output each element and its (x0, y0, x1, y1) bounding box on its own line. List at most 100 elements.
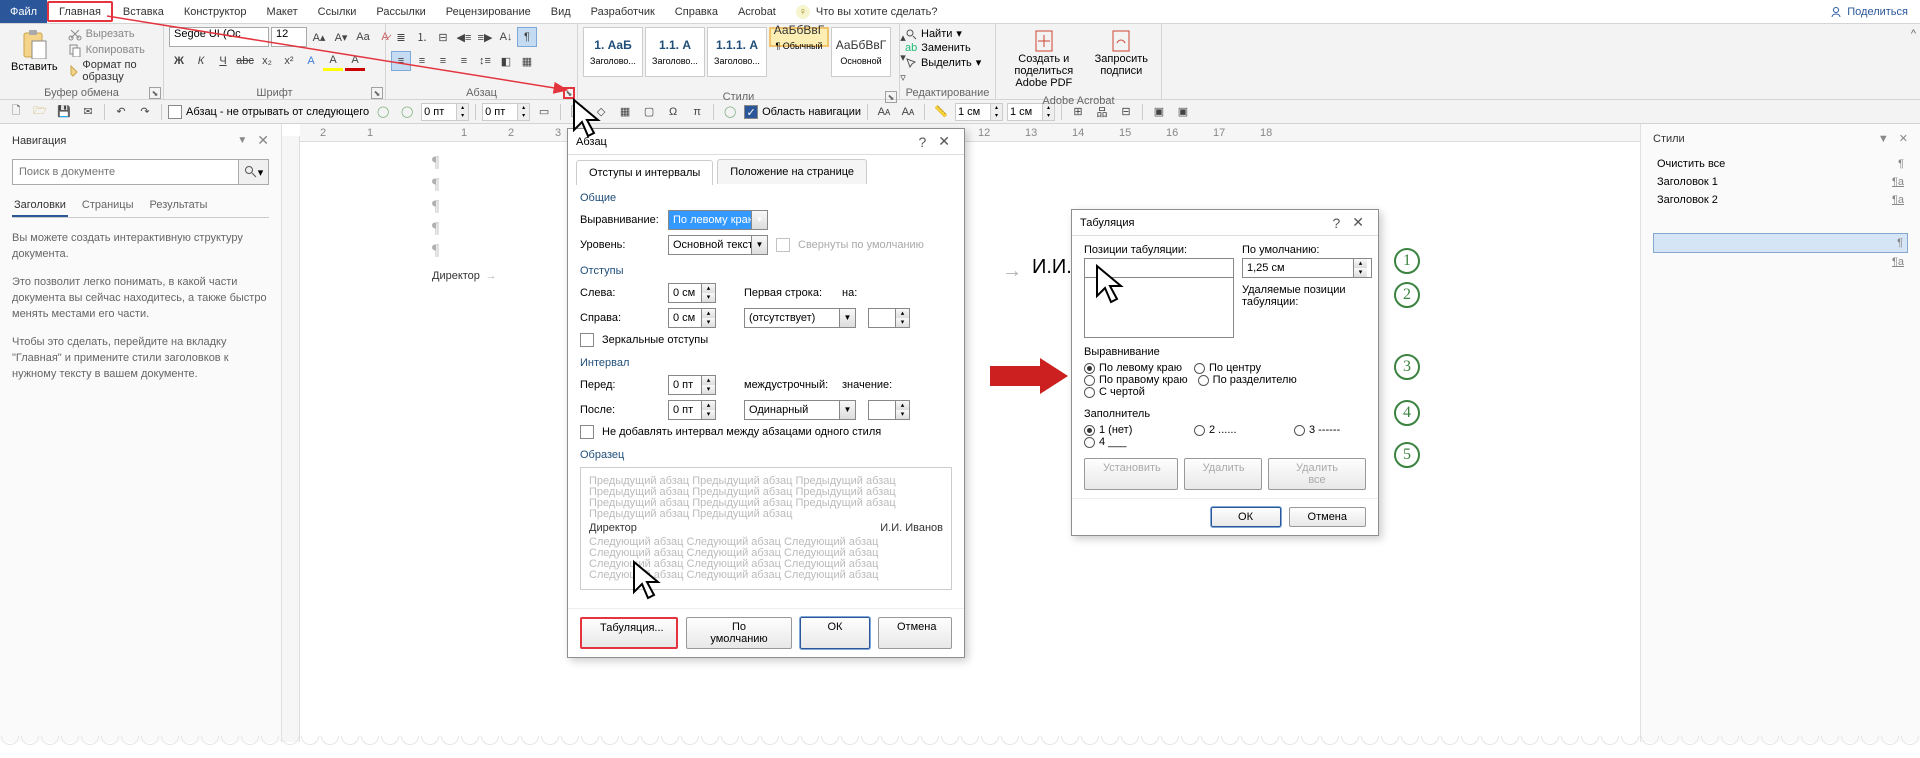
tab-cancel-button[interactable]: Отмена (1289, 507, 1366, 527)
qat-circle2-icon[interactable]: ◯ (397, 102, 417, 122)
adobe-sign-button[interactable]: Запроситьподписи (1087, 27, 1156, 79)
para-ok-button[interactable]: ОК (800, 617, 870, 649)
styles-launcher[interactable]: ⬊ (885, 91, 897, 103)
style-item[interactable]: 1.1. АЗаголово... (645, 27, 705, 77)
nav-tab-headings[interactable]: Заголовки (12, 195, 68, 217)
qat-open-icon[interactable]: 🗁 (30, 102, 50, 122)
tab-default-spin[interactable]: ▴▾ (1242, 258, 1372, 278)
style-row[interactable]: Очистить все¶ (1653, 155, 1908, 173)
horizontal-ruler[interactable]: 21123456789101112131415161718 (300, 124, 1640, 142)
style-row-extra[interactable]: ¶a (1653, 253, 1908, 271)
tabs-button[interactable]: Табуляция... (580, 617, 678, 649)
tab-set-button[interactable]: Установить (1084, 458, 1178, 490)
search-button[interactable]: ▾ (238, 160, 268, 184)
find-button[interactable]: Найти ▾ (905, 27, 981, 40)
qat-styles2-icon[interactable]: Aᴀ (898, 102, 918, 122)
qat-omega-icon[interactable]: Ω (663, 102, 683, 122)
nav-search[interactable]: ▾ (12, 159, 269, 185)
para-tab-indents[interactable]: Отступы и интервалы (576, 160, 713, 185)
tab-align-right[interactable]: По правому краю (1084, 374, 1188, 386)
style-row-selected[interactable]: ¶ (1653, 233, 1908, 253)
tab-leader-3[interactable]: 3 ------ (1294, 424, 1340, 436)
first-line-select[interactable]: (отсутствует)▼ (744, 308, 856, 328)
tab-leader-1[interactable]: 1 (нет) (1084, 424, 1184, 436)
styles-close-icon[interactable]: ✕ (1899, 132, 1908, 145)
qat-circle1-icon[interactable]: ◯ (373, 102, 393, 122)
tab-help[interactable]: Справка (665, 0, 728, 23)
select-button[interactable]: Выделить ▾ (905, 56, 981, 69)
qat-spin1[interactable]: ▴▾ (421, 103, 469, 121)
vertical-ruler[interactable] (282, 136, 300, 758)
style-item[interactable]: АаБбВвГ¶ Обычный (769, 27, 829, 47)
mirror-check[interactable] (580, 333, 594, 347)
search-input[interactable] (13, 160, 238, 184)
style-row[interactable]: Заголовок 1¶a (1653, 173, 1908, 191)
style-item[interactable]: 1.1.1. АЗаголово... (707, 27, 767, 77)
tab-file[interactable]: Файл (0, 0, 47, 23)
tab-align-left[interactable]: По левому краю (1084, 362, 1184, 374)
qat-styles-icon[interactable]: Aᴀ (874, 102, 894, 122)
left-indent-spin[interactable]: ▴▾ (668, 283, 716, 303)
qat-textbox-icon[interactable]: ▢ (639, 102, 659, 122)
tab-leader-4[interactable]: 4 ___ (1084, 436, 1184, 448)
qat-a2-icon[interactable]: ▣ (1173, 102, 1193, 122)
qat-mail-icon[interactable]: ✉ (78, 102, 98, 122)
share-button[interactable]: Поделиться (1829, 0, 1920, 23)
after-spin[interactable]: ▴▾ (668, 400, 716, 420)
linesp-select[interactable]: Одинарный▼ (744, 400, 856, 420)
value-spin[interactable]: ▴▾ (868, 400, 910, 420)
tab-clearall-button[interactable]: Удалить все (1268, 458, 1366, 490)
tab-dlg-close-icon[interactable]: ✕ (1346, 214, 1370, 231)
document-body[interactable]: ¶¶¶¶¶ Директор → (432, 154, 496, 287)
nosame-check[interactable] (580, 425, 594, 439)
tab-align-bar[interactable]: С чертой (1084, 386, 1145, 398)
nav-dropdown-icon[interactable]: ▼ (237, 135, 247, 146)
qat-img-icon[interactable]: 🖼 (567, 102, 587, 122)
nav-tab-pages[interactable]: Страницы (80, 195, 136, 217)
qat-table-icon[interactable]: ▦ (615, 102, 635, 122)
qat-shapes-icon[interactable]: ◇ (591, 102, 611, 122)
tab-positions-list[interactable] (1084, 278, 1234, 338)
tell-me[interactable]: ♀Что вы хотите сделать? (786, 0, 948, 23)
styles-gallery[interactable]: 1. АаБЗаголово...1.1. АЗаголово...1.1.1.… (583, 27, 891, 77)
right-indent-spin[interactable]: ▴▾ (668, 308, 716, 328)
qat-pi-icon[interactable]: π (687, 102, 707, 122)
qat-spin2[interactable]: ▴▾ (482, 103, 530, 121)
qat-c3-icon[interactable]: ◯ (720, 102, 740, 122)
style-item[interactable]: АаБбВвГОсновной (831, 27, 891, 77)
style-row[interactable]: Заголовок 2¶a (1653, 191, 1908, 209)
styles-dropdown-icon[interactable]: ▼ (1878, 133, 1889, 145)
qat-ruler-icon[interactable]: 📏 (931, 102, 951, 122)
para-cancel-button[interactable]: Отмена (878, 617, 952, 649)
qat-new-icon[interactable]: 🗋 (6, 102, 26, 122)
keep-next-check[interactable] (168, 105, 182, 119)
tab-developer[interactable]: Разработчик (581, 0, 665, 23)
collapse-ribbon-icon[interactable]: ^ (1907, 24, 1920, 99)
tab-leader-2[interactable]: 2 ...... (1194, 424, 1284, 436)
by-spin[interactable]: ▴▾ (868, 308, 910, 328)
para-dlg-close-icon[interactable]: ✕ (932, 133, 956, 150)
qat-save-icon[interactable]: 💾 (54, 102, 74, 122)
nav-close-icon[interactable]: ✕ (257, 132, 269, 149)
qat-redo-icon[interactable]: ↷ (135, 102, 155, 122)
tab-position-input[interactable] (1084, 258, 1234, 278)
level-select[interactable]: Основной текст▼ (668, 235, 768, 255)
qat-undo-icon[interactable]: ↶ (111, 102, 131, 122)
adobe-create-button[interactable]: Создать и поделитьсяAdobe PDF (1001, 27, 1087, 91)
tab-align-center[interactable]: По центру (1194, 362, 1284, 374)
tab-acrobat[interactable]: Acrobat (728, 0, 786, 23)
align-select[interactable]: По левому краю▼ (668, 210, 768, 230)
replace-button[interactable]: abЗаменить (905, 42, 981, 54)
tab-align-decimal[interactable]: По разделителю (1198, 374, 1298, 386)
tab-ok-button[interactable]: ОК (1211, 507, 1281, 527)
nav-tab-results[interactable]: Результаты (148, 195, 210, 217)
style-item[interactable]: 1. АаБЗаголово... (583, 27, 643, 77)
para-dlg-help-icon[interactable]: ? (912, 134, 932, 150)
tab-clear-button[interactable]: Удалить (1184, 458, 1262, 490)
default-button[interactable]: По умолчанию (686, 617, 792, 649)
qat-layout-icon[interactable]: ▭ (534, 102, 554, 122)
before-spin[interactable]: ▴▾ (668, 375, 716, 395)
nav-check[interactable]: ✓ (744, 105, 758, 119)
tab-dlg-help-icon[interactable]: ? (1326, 215, 1346, 231)
para-tab-position[interactable]: Положение на странице (717, 159, 867, 184)
